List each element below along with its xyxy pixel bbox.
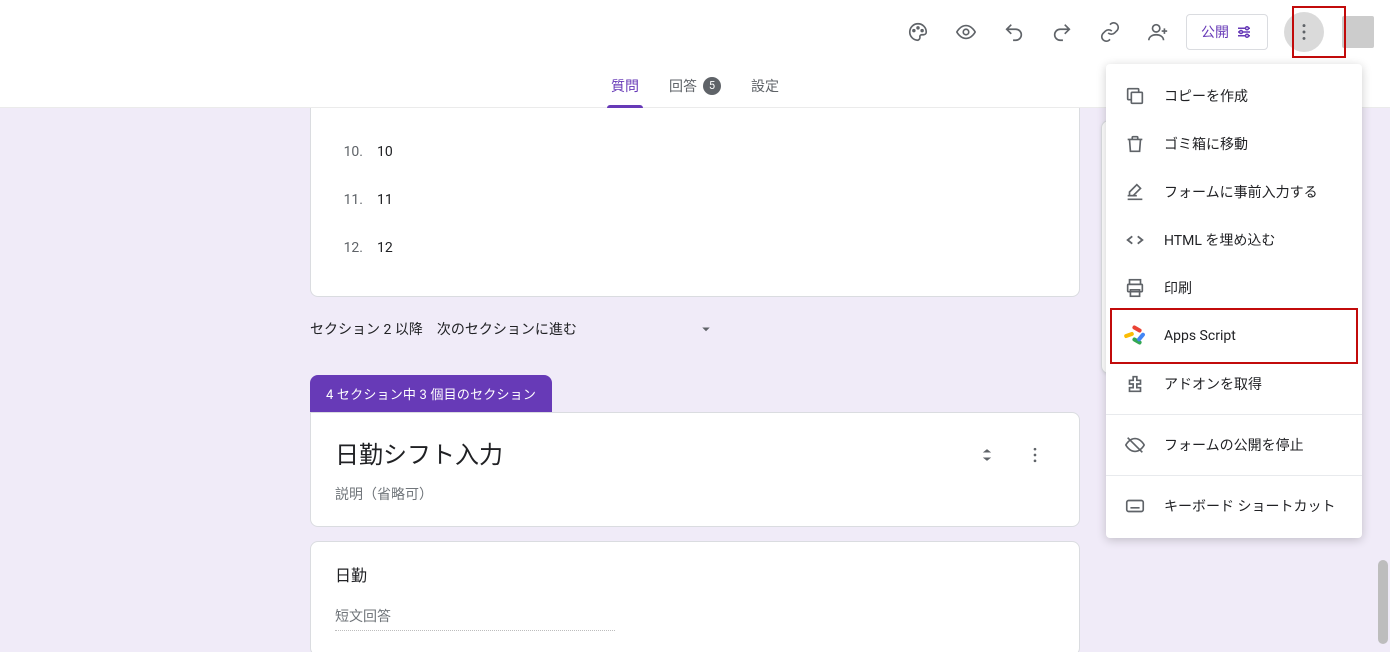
code-icon xyxy=(1124,229,1146,251)
menu-shortcuts-label: キーボード ショートカット xyxy=(1164,496,1335,516)
question-title[interactable]: 日勤 xyxy=(335,562,1055,586)
more-menu: コピーを作成 ゴミ箱に移動 フォームに事前入力する HTML を埋め込む 印刷 … xyxy=(1106,64,1362,538)
section-nav-label: セクション 2 以降 xyxy=(310,319,423,339)
section-description[interactable]: 説明（省略可） xyxy=(335,484,503,504)
section-more-icon[interactable] xyxy=(1015,435,1055,475)
option-row[interactable]: 11. 11 xyxy=(335,176,1055,224)
option-row[interactable]: 10. 10 xyxy=(335,128,1055,176)
tab-settings-label: 設定 xyxy=(751,76,779,96)
option-number: 10. xyxy=(335,144,363,160)
responses-count-badge: 5 xyxy=(703,77,721,95)
menu-embed-label: HTML を埋め込む xyxy=(1164,230,1275,250)
menu-apps-script-label: Apps Script xyxy=(1164,328,1236,344)
menu-separator xyxy=(1106,475,1362,476)
tab-settings[interactable]: 設定 xyxy=(751,64,779,108)
tab-responses-label: 回答 xyxy=(669,76,697,96)
menu-trash-label: ゴミ箱に移動 xyxy=(1164,134,1248,154)
section-nav-value: 次のセクションに進む xyxy=(437,319,577,339)
menu-copy-label: コピーを作成 xyxy=(1164,86,1248,106)
tab-responses[interactable]: 回答 5 xyxy=(669,64,721,108)
extension-icon xyxy=(1124,373,1146,395)
print-icon xyxy=(1124,277,1146,299)
menu-addons-label: アドオンを取得 xyxy=(1164,374,1262,394)
more-vert-icon xyxy=(1293,21,1315,43)
trash-icon xyxy=(1124,133,1146,155)
publish-button[interactable]: 公開 xyxy=(1186,14,1268,50)
eye-icon[interactable] xyxy=(946,12,986,52)
option-text: 10 xyxy=(377,144,393,160)
chevron-down-icon xyxy=(697,320,715,338)
header: 公開 xyxy=(0,0,1390,64)
menu-print[interactable]: 印刷 xyxy=(1106,264,1362,312)
tune-icon xyxy=(1235,23,1253,41)
menu-addons[interactable]: アドオンを取得 xyxy=(1106,360,1362,408)
header-actions: 公開 xyxy=(898,12,1374,52)
menu-separator xyxy=(1106,414,1362,415)
menu-stop-publish-label: フォームの公開を停止 xyxy=(1164,435,1304,455)
menu-copy[interactable]: コピーを作成 xyxy=(1106,72,1362,120)
menu-prefill[interactable]: フォームに事前入力する xyxy=(1106,168,1362,216)
section-title[interactable]: 日勤シフト入力 xyxy=(335,435,503,470)
option-text: 12 xyxy=(377,240,393,256)
menu-prefill-label: フォームに事前入力する xyxy=(1164,182,1318,202)
scrollbar-thumb[interactable] xyxy=(1378,560,1388,644)
tab-questions-label: 質問 xyxy=(611,76,639,96)
option-number: 12. xyxy=(335,240,363,256)
palette-icon[interactable] xyxy=(898,12,938,52)
options-card: 10. 10 11. 11 12. 12 xyxy=(310,108,1080,297)
section-3: 4 セクション中 3 個目のセクション 日勤シフト入力 説明（省略可） xyxy=(310,375,1080,527)
apps-script-icon xyxy=(1124,325,1146,347)
menu-embed[interactable]: HTML を埋め込む xyxy=(1106,216,1362,264)
menu-trash[interactable]: ゴミ箱に移動 xyxy=(1106,120,1362,168)
visibility-off-icon xyxy=(1124,434,1146,456)
link-icon[interactable] xyxy=(1090,12,1130,52)
menu-stop-publish[interactable]: フォームの公開を停止 xyxy=(1106,421,1362,469)
edit-icon xyxy=(1124,181,1146,203)
option-number: 11. xyxy=(335,192,363,208)
publish-label: 公開 xyxy=(1201,22,1229,42)
more-button[interactable] xyxy=(1284,12,1324,52)
option-row[interactable]: 12. 12 xyxy=(335,224,1055,272)
section-chip: 4 セクション中 3 個目のセクション xyxy=(310,375,552,412)
tab-questions[interactable]: 質問 xyxy=(611,64,639,108)
collapse-icon[interactable] xyxy=(967,435,1007,475)
menu-apps-script[interactable]: Apps Script xyxy=(1106,312,1362,360)
section-title-card[interactable]: 日勤シフト入力 説明（省略可） xyxy=(310,412,1080,527)
short-answer-placeholder: 短文回答 xyxy=(335,606,615,631)
avatar[interactable] xyxy=(1342,16,1374,48)
menu-print-label: 印刷 xyxy=(1164,278,1192,298)
menu-shortcuts[interactable]: キーボード ショートカット xyxy=(1106,482,1362,530)
copy-icon xyxy=(1124,85,1146,107)
section-navigation: セクション 2 以降 次のセクションに進む xyxy=(310,311,1080,347)
keyboard-icon xyxy=(1124,495,1146,517)
option-text: 11 xyxy=(377,192,393,208)
question-card[interactable]: 日勤 短文回答 xyxy=(310,541,1080,652)
section-nav-select[interactable]: 次のセクションに進む xyxy=(437,311,715,347)
redo-icon[interactable] xyxy=(1042,12,1082,52)
undo-icon[interactable] xyxy=(994,12,1034,52)
person-add-icon[interactable] xyxy=(1138,12,1178,52)
